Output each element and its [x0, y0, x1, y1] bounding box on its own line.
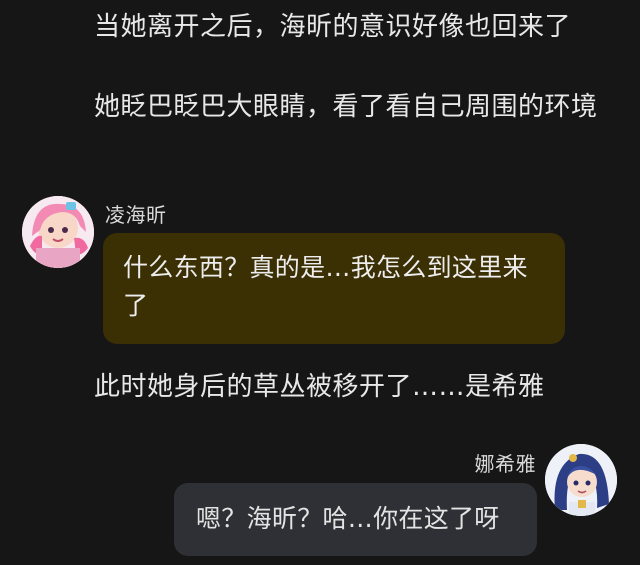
- narration-line-2: 她眨巴眨巴大眼睛，看了看自己周围的环境: [94, 92, 598, 122]
- chat-bubble-left[interactable]: 什么东西？真的是…我怎么到这里来了: [103, 233, 565, 344]
- chat-bubble-right[interactable]: 嗯？海昕？哈…你在这了呀: [174, 483, 537, 556]
- anime-girl-blue-icon: [545, 444, 617, 516]
- sender-name-right: 娜希雅: [474, 452, 536, 476]
- narration-line-3: 此时她身后的草丛被移开了……是希雅: [94, 372, 545, 402]
- avatar-linghaixin[interactable]: [22, 196, 94, 268]
- anime-girl-pink-icon: [22, 196, 94, 268]
- sender-name-left: 凌海昕: [105, 203, 167, 227]
- narration-line-1: 当她离开之后，海昕的意识好像也回来了: [94, 12, 572, 42]
- avatar-naxiya[interactable]: [545, 444, 617, 516]
